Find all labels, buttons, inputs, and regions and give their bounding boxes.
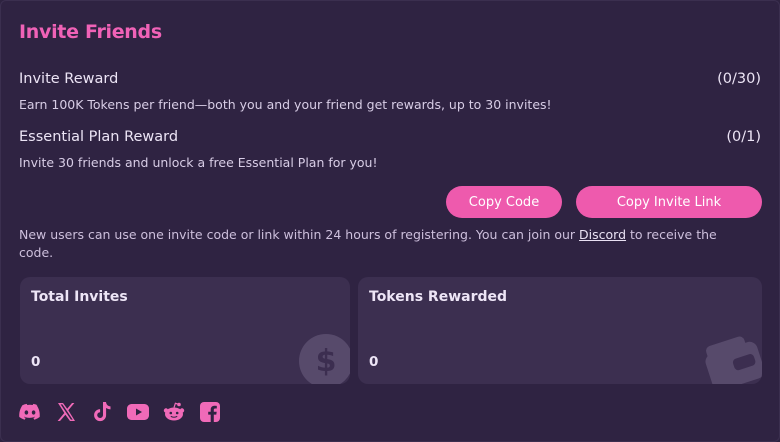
tokens-rewarded-label: Tokens Rewarded — [369, 289, 508, 305]
page-title: Invite Friends — [19, 21, 162, 43]
tiktok-icon[interactable] — [91, 401, 113, 423]
facebook-icon[interactable] — [199, 401, 221, 423]
x-icon[interactable] — [55, 401, 77, 423]
invite-friends-panel: Invite Friends Invite Reward (0/30) Earn… — [0, 0, 780, 442]
copy-code-button[interactable]: Copy Code — [446, 186, 562, 218]
essential-plan-reward-progress: (0/1) — [726, 129, 761, 145]
svg-text:$: $ — [316, 344, 337, 379]
discord-icon[interactable] — [19, 401, 41, 423]
invite-reward-label: Invite Reward — [19, 71, 119, 87]
total-invites-card: Total Invites 0 $ — [20, 277, 350, 384]
tokens-rewarded-card: Tokens Rewarded 0 — [358, 277, 762, 384]
essential-plan-reward-description: Invite 30 friends and unlock a free Esse… — [19, 155, 378, 170]
social-links — [19, 401, 221, 423]
copy-invite-link-button[interactable]: Copy Invite Link — [576, 186, 762, 218]
total-invites-value: 0 — [31, 354, 41, 370]
essential-plan-reward-row: Essential Plan Reward (0/1) — [19, 129, 761, 145]
dollar-coin-icon: $ — [298, 333, 350, 384]
invite-reward-description: Earn 100K Tokens per friend—both you and… — [19, 97, 552, 112]
discord-link[interactable]: Discord — [579, 227, 626, 242]
total-invites-label: Total Invites — [31, 289, 128, 305]
invite-reward-progress: (0/30) — [717, 71, 761, 87]
wallet-icon — [703, 333, 762, 384]
youtube-icon[interactable] — [127, 401, 149, 423]
invite-note-text: New users can use one invite code or lin… — [19, 227, 580, 242]
invite-note: New users can use one invite code or lin… — [19, 226, 749, 262]
tokens-rewarded-value: 0 — [369, 354, 379, 370]
essential-plan-reward-label: Essential Plan Reward — [19, 129, 179, 145]
invite-reward-row: Invite Reward (0/30) — [19, 71, 761, 87]
reddit-icon[interactable] — [163, 401, 185, 423]
